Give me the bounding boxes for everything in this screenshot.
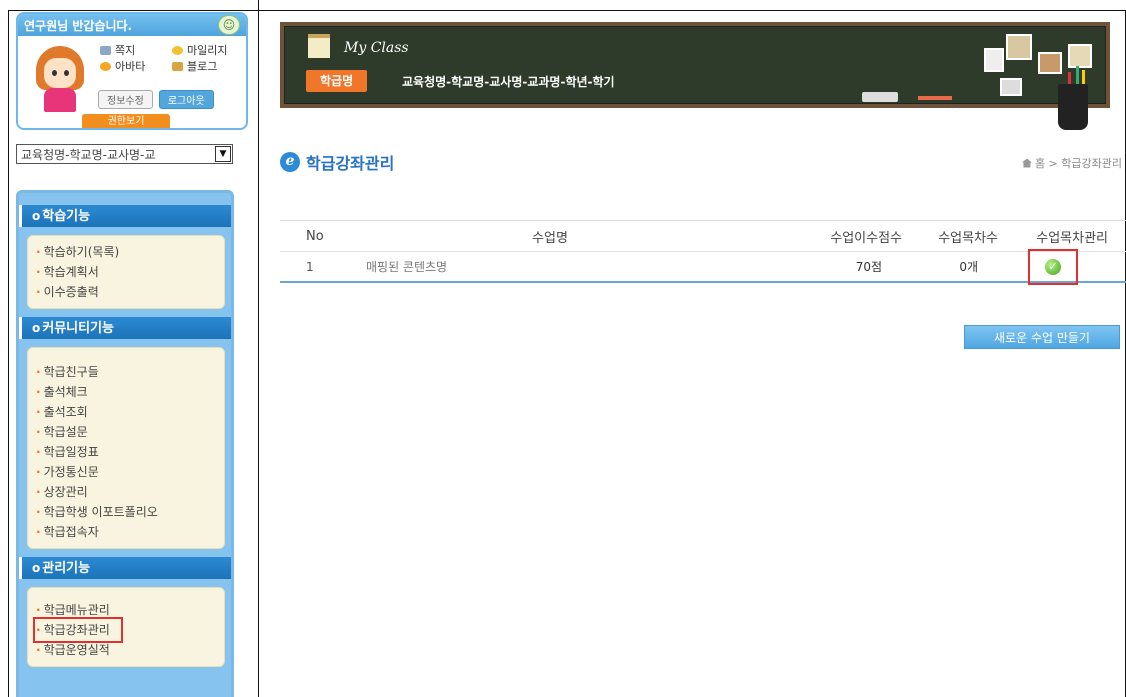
row-no: 1 <box>306 259 314 274</box>
class-select[interactable]: 교육청명-학교명-교사명-교 ▼ <box>16 144 233 164</box>
e-logo-icon: e <box>280 152 300 172</box>
sidebar-item-study-plan[interactable]: 학습계획서 <box>36 262 216 282</box>
sidebar-item-awards[interactable]: 상장관리 <box>36 482 216 502</box>
avatar-link[interactable]: 아바타 <box>100 58 172 74</box>
mileage-link[interactable]: 마일리지 <box>172 42 244 58</box>
chalk-eraser-icon <box>862 92 898 102</box>
mileage-label: 마일리지 <box>187 44 228 57</box>
frame-line-left <box>8 10 9 697</box>
logout-button[interactable]: 로그아웃 <box>158 90 214 109</box>
table-row: 1 매핑된 콘텐츠명 70점 0개 ✓ <box>280 248 1126 285</box>
col-no: No <box>306 228 324 244</box>
cup-icon <box>1058 84 1088 130</box>
class-name-badge: 학급명 <box>306 70 368 92</box>
profile-box: 연구원님 반갑습니다. ☺ 쪽지 마일리지 아바타 블로그 정보수정 로그아웃 … <box>16 12 248 130</box>
col-course-name: 수업명 <box>532 230 568 246</box>
chalk-icon <box>918 96 952 100</box>
sidebar-item-course-admin[interactable]: 학급강좌관리 <box>33 617 123 643</box>
breadcrumb-text[interactable]: 홈 > 학급강좌관리 <box>1035 155 1122 171</box>
sidebar-item-attendance-check[interactable]: 출석체크 <box>36 382 216 402</box>
page-title-text: 학급강좌관리 <box>306 154 395 173</box>
row-count: 0개 <box>959 260 978 274</box>
profile-links: 쪽지 마일리지 아바타 블로그 <box>100 42 246 74</box>
sidebar-item-schedule[interactable]: 학급일정표 <box>36 442 216 462</box>
sidebar-item-menu-admin[interactable]: 학급메뉴관리 <box>36 600 216 620</box>
class-select-value: 교육청명-학교명-교사명-교 <box>21 147 156 162</box>
sidebar-item-survey[interactable]: 학급설문 <box>36 422 216 442</box>
view-permissions-button[interactable]: 권한보기 <box>82 114 170 128</box>
blog-label: 블로그 <box>187 60 218 73</box>
sidebar-menu: 학습기능 학습하기(목록) 학습계획서 이수증출력 커뮤니티기능 학급친구들 출… <box>16 190 234 697</box>
avatar[interactable] <box>30 44 90 114</box>
check-icon: ✓ <box>1045 258 1061 275</box>
pencil-cup-decoration <box>982 34 1102 134</box>
blog-link[interactable]: 블로그 <box>172 58 244 74</box>
frame-line-top <box>258 10 1126 11</box>
sidebar-item-newsletter[interactable]: 가정통신문 <box>36 462 216 482</box>
sidebar-item-operation-record[interactable]: 학급운영실적 <box>36 640 216 660</box>
menu-section-learning: 학습기능 <box>19 205 231 227</box>
edit-profile-button[interactable]: 정보수정 <box>98 90 153 109</box>
breadcrumb: 홈 > 학급강좌관리 <box>1021 155 1122 171</box>
sidebar-item-online-users[interactable]: 학급접속자 <box>36 522 216 542</box>
chevron-down-icon[interactable]: ▼ <box>215 146 231 162</box>
frame-line-top-left <box>8 10 258 11</box>
profile-header: 연구원님 반갑습니다. ☺ <box>18 14 246 36</box>
row-course-name[interactable]: 매핑된 콘텐츠명 <box>352 258 748 275</box>
sidebar-item-attendance-view[interactable]: 출석조회 <box>36 402 216 422</box>
message-link[interactable]: 쪽지 <box>100 42 172 58</box>
banner-title: My Class <box>344 40 409 56</box>
page-title: e 학급강좌관리 <box>280 150 394 174</box>
table-header: No 수업명 수업이수점수 수업목차수 수업목차관리 <box>280 220 1126 252</box>
menu-section-community: 커뮤니티기능 <box>19 317 231 339</box>
menu-section-community-items: 학급친구들 출석체크 출석조회 학급설문 학급일정표 가정통신문 상장관리 학급… <box>27 347 225 549</box>
avatar-icon <box>100 61 111 71</box>
col-completion-score: 수업이수점수 <box>830 230 902 246</box>
col-toc-count: 수업목차수 <box>938 230 998 246</box>
sidebar-item-certificate[interactable]: 이수증출력 <box>36 282 216 302</box>
menu-section-admin-items: 학급메뉴관리 학급강좌관리 학급운영실적 <box>27 587 225 667</box>
menu-section-learning-items: 학습하기(목록) 학습계획서 이수증출력 <box>27 235 225 309</box>
greeting-text: 연구원님 반갑습니다. <box>24 19 133 33</box>
course-table: No 수업명 수업이수점수 수업목차수 수업목차관리 1 매핑된 콘텐츠명 70… <box>280 220 1126 285</box>
blog-icon <box>172 61 183 71</box>
class-path: 교육청명-학교명-교사명-교과명-학년-학기 <box>402 75 615 89</box>
avatar-label: 아바타 <box>115 60 146 73</box>
sidebar-item-study-list[interactable]: 학습하기(목록) <box>36 242 216 262</box>
frame-divider <box>258 0 259 697</box>
row-score: 70점 <box>855 260 882 274</box>
message-label: 쪽지 <box>115 44 136 57</box>
toc-manage-button[interactable]: ✓ <box>1028 248 1078 285</box>
sidebar-item-classmates[interactable]: 학급친구들 <box>36 362 216 382</box>
smile-icon: ☺ <box>218 15 240 35</box>
menu-section-admin: 관리기능 <box>19 557 231 579</box>
col-toc-manage: 수업목차관리 <box>1036 230 1108 246</box>
message-icon <box>100 45 111 55</box>
row-manage-cell: ✓ <box>998 248 1108 285</box>
sidebar-item-eportfolio[interactable]: 학급학생 이포트폴리오 <box>36 502 176 522</box>
coin-icon <box>172 45 183 55</box>
new-course-button[interactable]: 새로운 수업 만들기 <box>964 325 1120 349</box>
note-icon <box>308 34 330 58</box>
home-icon <box>1021 158 1032 168</box>
